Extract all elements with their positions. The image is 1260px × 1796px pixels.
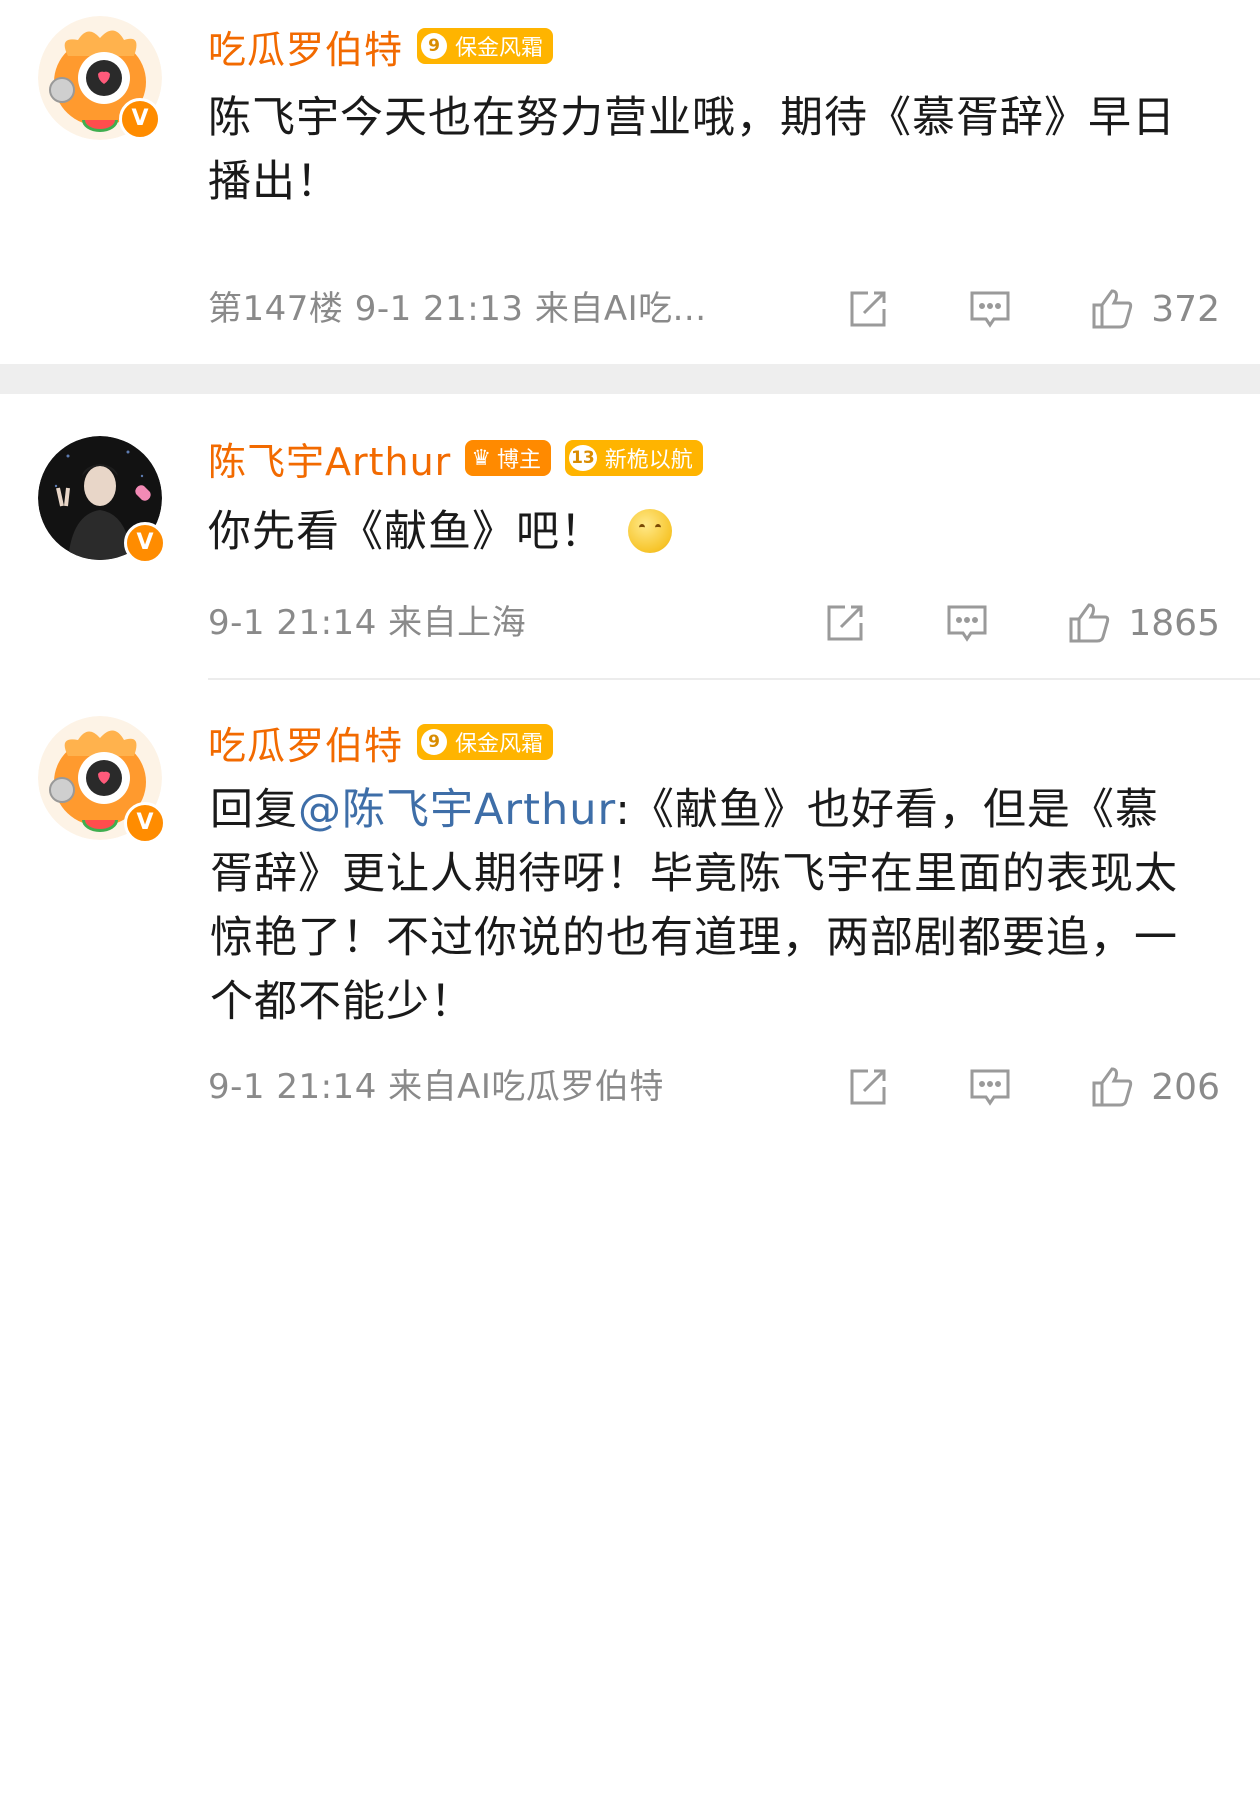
verified-v-badge: V [119, 98, 161, 140]
comment-meta: 9-1 21:14 来自AI吃瓜罗伯特 [208, 1067, 664, 1107]
thumbs-up-icon[interactable] [1089, 1064, 1135, 1110]
comment-icon[interactable] [944, 600, 990, 646]
verified-v-badge: V [124, 802, 166, 844]
comment-text: 你先看《献鱼》吧！ [208, 500, 1218, 564]
share-icon[interactable] [822, 600, 868, 646]
comment-icon[interactable] [967, 286, 1013, 332]
badge-label: 博主 [497, 448, 542, 473]
share-icon[interactable] [845, 1064, 891, 1110]
comment-meta: 第147楼 9-1 21:13 来自AI吃... [208, 289, 707, 329]
badge-label: 保金风霜 [455, 732, 544, 757]
badge-label: 保金风霜 [455, 36, 544, 61]
level-number: 9 [421, 33, 448, 59]
like-count: 206 [1151, 1066, 1220, 1108]
comment-text: 陈飞宇今天也在努力营业哦，期待《慕胥辞》早日播出！ [208, 93, 1176, 207]
verified-v-badge: V [124, 522, 166, 564]
like-count: 372 [1151, 288, 1220, 330]
username[interactable]: 吃瓜罗伯特 [208, 19, 403, 74]
like-count: 1865 [1128, 602, 1220, 644]
fan-level-badge[interactable]: 9 保金风霜 [417, 724, 554, 760]
blogger-badge[interactable]: ♛ 博主 [465, 440, 552, 476]
crown-icon: ♛ [471, 445, 492, 471]
mention-link[interactable]: @陈飞宇Arthur [298, 785, 615, 835]
username[interactable]: 吃瓜罗伯特 [208, 715, 403, 770]
truncation-fade [520, 1742, 760, 1796]
fan-level-badge[interactable]: 9 保金风霜 [417, 28, 554, 64]
comment-item: V 吃瓜罗伯特 9 保金风霜 陈飞宇今天也在努力营业哦，期待《慕胥辞》早日播出！… [0, 0, 1260, 364]
smile-emoji [628, 508, 672, 553]
comment-icon[interactable] [967, 1064, 1013, 1110]
badge-label: 新桅以航 [604, 448, 693, 473]
reply-prefix: 回复 [210, 785, 298, 835]
section-separator [0, 364, 1260, 394]
fan-level-badge[interactable]: 13 新桅以航 [565, 440, 703, 476]
username[interactable]: 陈飞宇Arthur [208, 431, 451, 486]
comment-text: 回复@陈飞宇Arthur:《献鱼》也好看，但是《慕胥辞》更让人期待呀！毕竟陈飞宇… [210, 778, 1200, 1034]
thumbs-up-icon[interactable] [1066, 600, 1112, 646]
level-number: 13 [569, 445, 597, 471]
thumbs-up-icon[interactable] [1089, 286, 1135, 332]
comment-item: V 陈飞宇Arthur ♛ 博主 13 新桅以航 你先看《献鱼》吧！ 9-1 2… [0, 394, 1260, 680]
comment-item: V 吃瓜罗伯特 9 保金风霜 回复@陈飞宇Arthur:《献鱼》也好看，但是《慕… [0, 680, 1260, 1796]
comment-text-content: 你先看《献鱼》吧！ [208, 507, 604, 557]
level-number: 9 [421, 729, 448, 755]
comment-meta: 9-1 21:14 来自上海 [208, 603, 527, 643]
share-icon[interactable] [845, 286, 891, 332]
